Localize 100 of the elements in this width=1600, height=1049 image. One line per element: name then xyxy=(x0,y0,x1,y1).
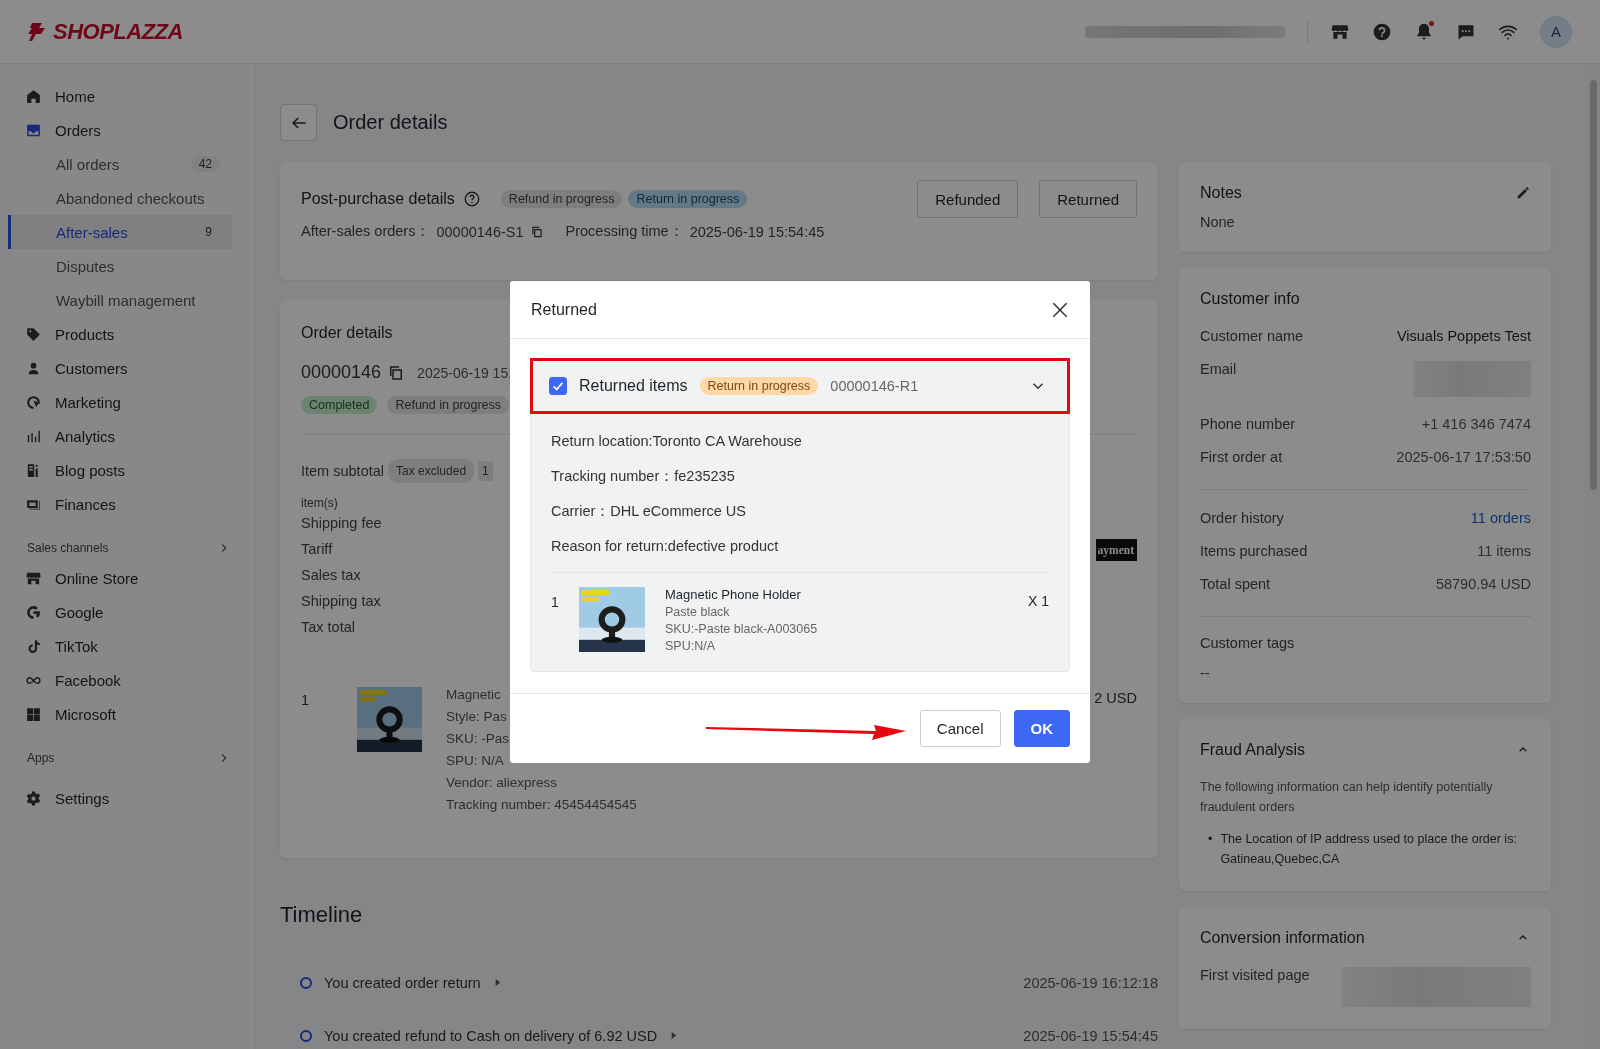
timeline-event[interactable]: You created order return xyxy=(324,974,481,991)
info-label: Customer tags xyxy=(1200,635,1296,651)
item-sku: SKU:-Paste black-A003065 xyxy=(665,622,818,636)
pencil-icon[interactable] xyxy=(1515,185,1531,201)
card-title: Fraud Analysis xyxy=(1200,741,1305,759)
section-title: Timeline xyxy=(280,902,364,928)
item-detail: Tracking number: 45454454545 xyxy=(446,797,637,812)
info-value: 11 items xyxy=(1477,543,1531,559)
checkbox[interactable] xyxy=(549,377,567,395)
action-button[interactable]: Returned xyxy=(1039,180,1137,218)
sidebar-item[interactable]: Google xyxy=(0,595,239,629)
bell-icon[interactable] xyxy=(1414,21,1434,42)
timeline-dot xyxy=(300,976,312,989)
sidebar-item[interactable]: TikTok xyxy=(0,629,239,663)
page-title: Order details xyxy=(333,111,448,134)
cursor-icon xyxy=(25,393,42,411)
cancel-button[interactable]: Cancel xyxy=(919,710,1001,747)
field-label: After-sales orders： xyxy=(301,222,431,241)
sidebar-subitem[interactable]: Disputes xyxy=(8,249,232,283)
card-title: Conversion information xyxy=(1200,929,1365,947)
section-header[interactable]: Apps xyxy=(0,741,239,771)
help-icon[interactable] xyxy=(1372,21,1392,42)
action-button[interactable]: Refunded xyxy=(917,180,1019,218)
panel-header[interactable]: Returned items Return in progress 00000146-R1 xyxy=(530,358,1070,414)
sidebar-item[interactable]: Products xyxy=(0,317,239,351)
timeline-time: 2025-06-19 15:54:45 xyxy=(1023,1027,1158,1044)
section-header[interactable]: Sales channels xyxy=(0,531,239,561)
avatar[interactable]: A xyxy=(1540,15,1572,48)
tag-icon xyxy=(25,325,42,343)
card-title: Order details xyxy=(301,324,394,342)
sidebar-item[interactable]: Marketing xyxy=(0,385,239,419)
info-value: 58790.94 USD xyxy=(1435,576,1531,592)
sidebar-item[interactable]: Finances xyxy=(0,487,239,521)
sidebar-item[interactable]: Blog posts xyxy=(0,453,239,487)
summary-label: Item subtotal xyxy=(301,462,384,481)
item-detail: Vendor: aliexpress xyxy=(446,775,559,790)
item-count: 9 xyxy=(204,224,213,240)
sidebar-item[interactable]: Facebook xyxy=(0,663,239,697)
info-label: Items purchased xyxy=(1200,543,1308,559)
g-icon xyxy=(25,603,42,621)
summary-label: Shipping fee xyxy=(301,514,382,533)
bullet-text: The Location of IP address used to place the order is: Gatineau,Quebec,CA xyxy=(1220,831,1518,868)
info-label: First visited page xyxy=(1200,967,1310,983)
dialog-title: Returned xyxy=(531,300,597,319)
panel-title: Returned items xyxy=(579,377,688,395)
item-name: Magnetic Phone Holder xyxy=(665,587,802,602)
card-title: Post-purchase details xyxy=(301,190,455,208)
settings-icon xyxy=(25,789,42,807)
item-name: Magnetic xyxy=(446,687,502,702)
bullet-mark: • xyxy=(1208,831,1213,848)
status-tag: Return in progress xyxy=(628,190,748,208)
sidebar-item[interactable]: Customers xyxy=(0,351,239,385)
sidebar-item[interactable]: Online Store xyxy=(0,561,239,595)
tax-tag: Tax excluded xyxy=(388,459,475,483)
sidebar-item[interactable]: Home xyxy=(0,79,239,113)
back-button[interactable] xyxy=(280,104,317,141)
orders-link[interactable]: 11 orders xyxy=(1470,510,1531,526)
info-label: First order at xyxy=(1200,449,1283,465)
item-index: 1 xyxy=(301,691,311,708)
item-detail: SPU: N/A xyxy=(446,753,505,768)
item-quantity: X 1 xyxy=(1028,592,1049,609)
status-tag: Return in progress xyxy=(699,377,819,395)
sidebar-item[interactable]: Analytics xyxy=(0,419,239,453)
info-label: Order history xyxy=(1200,510,1284,526)
sidebar-item[interactable]: Microsoft xyxy=(0,697,239,731)
timeline-event[interactable]: You created refund to Cash on delivery of 6.92 USD xyxy=(324,1027,658,1044)
ok-button[interactable]: OK xyxy=(1013,710,1070,747)
payment-badge: ayment xyxy=(1095,539,1137,561)
item-variant: Paste black xyxy=(665,605,731,619)
field-value: 2025-06-19 15:54:45 xyxy=(689,223,825,240)
summary-label: Tariff xyxy=(301,540,333,559)
order-number: 00000146 xyxy=(301,362,382,383)
card-title: Notes xyxy=(1200,184,1242,202)
copy-icon[interactable] xyxy=(529,224,544,239)
info-value: -- xyxy=(1200,665,1211,681)
status-tag: Refund in progress xyxy=(387,396,510,414)
sidebar-item[interactable]: Orders xyxy=(0,113,239,147)
item-detail: SKU: -Pas xyxy=(446,731,511,746)
info-value: 2025-06-17 17:53:50 xyxy=(1396,449,1531,465)
item-detail: Style: Pas xyxy=(446,709,508,724)
info-value: Visuals Poppets Test xyxy=(1396,328,1531,344)
return-detail: Carrier：DHL eCommerce US xyxy=(551,502,747,521)
caret-icon[interactable] xyxy=(669,1031,679,1040)
item-count: 1 xyxy=(478,461,493,481)
item-price: 2 USD xyxy=(1094,689,1137,706)
home-icon xyxy=(25,87,42,105)
sidebar-subitem[interactable]: All orders 42 xyxy=(8,147,232,181)
sidebar-subitem[interactable]: Abandoned checkouts xyxy=(8,181,232,215)
description: The following information can help identify potentially fraudulent orders xyxy=(1200,779,1494,816)
notes-text: None xyxy=(1200,214,1236,230)
field-value: 00000146-S1 xyxy=(436,223,524,240)
field-label: Processing time： xyxy=(565,222,684,241)
sidebar-subitem[interactable]: After-sales 9 xyxy=(8,215,232,249)
return-detail: Return location:Toronto CA Warehouse xyxy=(551,432,803,451)
help-icon[interactable] xyxy=(462,190,481,208)
sidebar-item[interactable]: Settings xyxy=(0,781,239,815)
sidebar-subitem[interactable]: Waybill management xyxy=(8,283,232,317)
item-spu: SPU:N/A xyxy=(665,639,716,653)
summary-label: Sales tax xyxy=(301,566,361,585)
info-label: Total spent xyxy=(1200,576,1271,592)
